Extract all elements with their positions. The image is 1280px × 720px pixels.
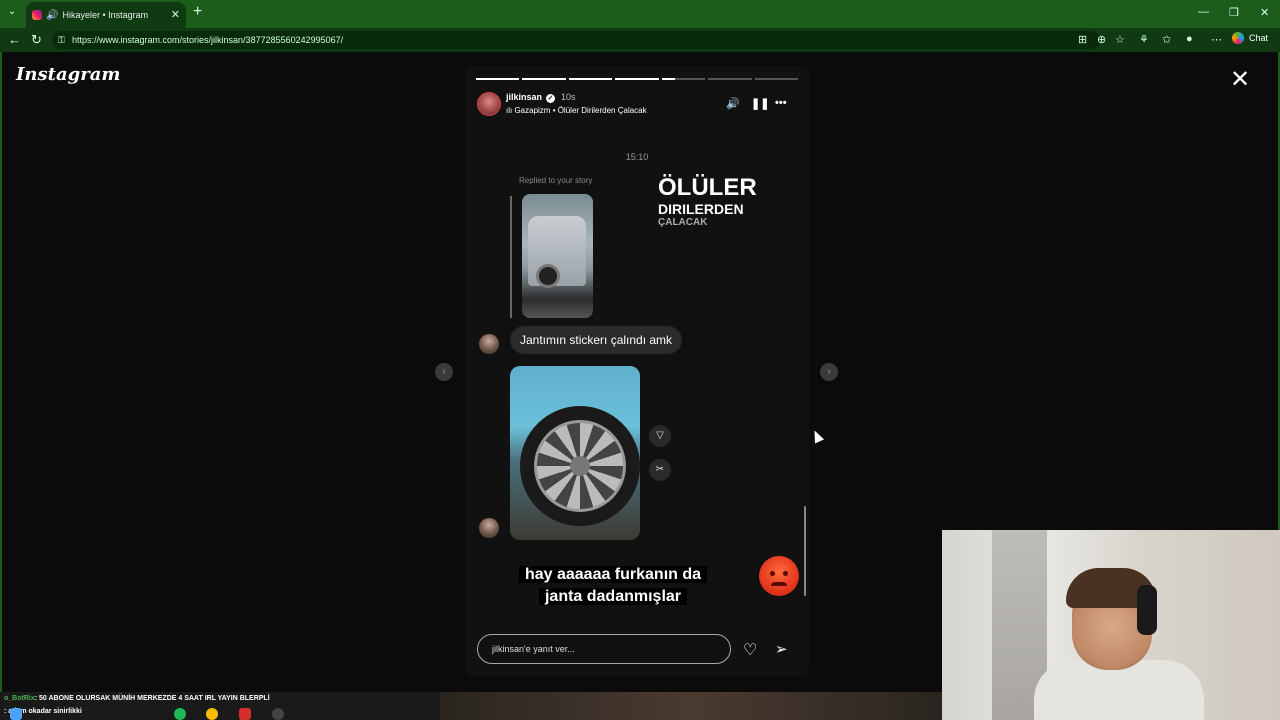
angry-face-icon (759, 556, 799, 596)
tab-title: Hikayeler • Instagram (62, 10, 149, 20)
progress-fill (522, 78, 566, 80)
restore-icon[interactable]: ❐ (1229, 6, 1239, 19)
progress-fill (476, 78, 520, 80)
chat-text-1: : 50 ABONE OLURSAK MÜNİH MERKEZDE 4 SAAT… (34, 695, 270, 702)
chat-user-1: o_BotRix (4, 695, 35, 702)
progress-segment (476, 78, 520, 80)
music-title: Gazapizm • Ölüler Dirilerden Çalacak (514, 106, 647, 115)
chrome-icon[interactable] (206, 708, 218, 720)
copilot-icon (1232, 32, 1244, 44)
zoom-icon[interactable]: ⊕ (1097, 33, 1106, 46)
sticker-line-1: ÖLÜLER (658, 174, 757, 201)
taskbar-video-band (440, 692, 942, 720)
url-text: https://www.instagram.com/stories/jilkin… (72, 35, 344, 45)
car-wheel-shape (536, 264, 560, 288)
favorites-icon[interactable]: ✩ (1162, 33, 1171, 46)
url-input[interactable]: ⚿ https://www.instagram.com/stories/jilk… (52, 31, 1100, 49)
send-icon[interactable]: ➢ (775, 640, 788, 658)
progress-fill (661, 78, 675, 80)
progress-segment (522, 78, 566, 80)
webcam-overlay (942, 530, 1280, 720)
app-available-icon[interactable]: ⊞ (1078, 33, 1087, 46)
close-story-icon[interactable]: ✕ (1230, 68, 1250, 92)
pause-icon[interactable]: ❚❚ (751, 97, 769, 110)
emoji-mouth (771, 582, 787, 586)
story-header: jilkinsan ✓ 10s (506, 92, 576, 103)
extensions-icon[interactable]: ⚘ (1139, 33, 1149, 46)
progress-segment (568, 78, 613, 80)
reply-indicator-bar (510, 196, 512, 318)
emoji-eye (783, 571, 788, 576)
mouse-cursor-icon (809, 428, 825, 444)
dm-scrollbar[interactable] (804, 506, 806, 596)
instagram-favicon-icon (32, 10, 42, 20)
copilot-chat-button[interactable]: Chat (1232, 32, 1268, 44)
more-menu-icon[interactable]: ⋯ (1211, 33, 1222, 46)
minimize-icon[interactable]: — (1198, 6, 1209, 18)
story-time-ago: 10s (561, 92, 576, 102)
story-viewer[interactable]: jilkinsan ✓ 10s ılı Gazapizm • Ölüler Diri… (465, 66, 809, 676)
like-heart-icon[interactable]: ♡ (743, 640, 757, 660)
sticker-line-2: DIRILERDEN (658, 201, 744, 217)
volume-icon[interactable]: 🔊 (726, 97, 740, 110)
chat-message-1: o_BotRix: 50 ABONE OLURSAK MÜNİH MERKEZD… (4, 695, 270, 702)
spotify-icon[interactable] (174, 708, 186, 720)
caption-line-2: janta dadanmışlar (538, 588, 688, 605)
caption-line-1: hay aaaaaa furkanın da (518, 566, 708, 583)
sender-avatar[interactable] (479, 334, 499, 354)
story-music[interactable]: ılı Gazapizm • Ölüler Dirilerden Çalacak (506, 106, 647, 115)
story-more-icon[interactable]: ••• (775, 97, 787, 109)
replied-story-thumbnail[interactable] (522, 194, 593, 318)
window-close-icon[interactable]: ✕ (1260, 6, 1269, 19)
progress-segment (615, 78, 659, 80)
tab-menu-icon[interactable]: ⌄ (4, 6, 20, 22)
taskbar: o_BotRix: 50 ABONE OLURSAK MÜNİH MERKEZD… (0, 692, 942, 720)
new-tab-icon[interactable]: + (193, 3, 202, 21)
red-app-icon[interactable] (239, 708, 251, 720)
reply-input[interactable]: jilkinsan'e yanıt ver... (477, 634, 731, 664)
site-info-icon[interactable]: ⚿ (58, 31, 65, 49)
sender-avatar[interactable] (479, 518, 499, 538)
address-bar-row: ← ↻ ⚿ https://www.instagram.com/stories/… (0, 28, 1280, 52)
progress-segment (661, 78, 706, 80)
chat-label: Chat (1249, 33, 1269, 43)
replied-to-story-label: Replied to your story (519, 176, 593, 185)
browser-tab[interactable]: 🔊 Hikayeler • Instagram ✕ (26, 2, 186, 28)
speaker-icon[interactable]: 🔊 (46, 10, 58, 21)
message-photo[interactable] (510, 366, 640, 540)
story-progress-bar (476, 78, 798, 80)
edit-photo-icon[interactable]: ✂ (649, 459, 671, 481)
windows-start-icon[interactable] (10, 708, 22, 720)
back-icon[interactable]: ← (8, 32, 21, 47)
headset-icon (1137, 585, 1157, 635)
instagram-logo[interactable]: Instagram (16, 64, 120, 85)
favorite-star-icon[interactable]: ☆ (1115, 33, 1125, 46)
prev-story-arrow-icon[interactable]: ‹ (435, 363, 453, 381)
message-bubble[interactable]: Jantımın stickerı çalındı amk (510, 326, 683, 354)
progress-fill (568, 78, 613, 80)
sticker-line-3: ÇALACAK (658, 217, 708, 228)
hub-shape (570, 456, 590, 476)
song-sticker: ÖLÜLER DIRILERDEN ÇALACAK (658, 176, 757, 228)
verified-badge-icon: ✓ (546, 94, 556, 103)
obs-icon[interactable] (272, 708, 284, 720)
story-caption: hay aaaaaa furkanın da janta dadanmışlar (485, 564, 741, 608)
progress-segment (708, 78, 752, 80)
story-username[interactable]: jilkinsan (506, 92, 542, 102)
progress-segment (754, 78, 798, 80)
emoji-eye (770, 571, 775, 576)
refresh-icon[interactable]: ↻ (31, 32, 42, 48)
dm-timestamp: 15:10 (625, 152, 649, 162)
browser-titlebar: ⌄ 🔊 Hikayeler • Instagram ✕ + — ❐ ✕ (0, 0, 1280, 28)
profile-avatar-icon[interactable]: ● (1186, 33, 1193, 45)
tab-close-icon[interactable]: ✕ (171, 8, 180, 21)
next-story-arrow-icon[interactable]: › (820, 363, 838, 381)
share-photo-icon[interactable]: ▽ (649, 425, 671, 447)
progress-fill (615, 78, 659, 80)
story-user-avatar[interactable] (477, 92, 501, 116)
